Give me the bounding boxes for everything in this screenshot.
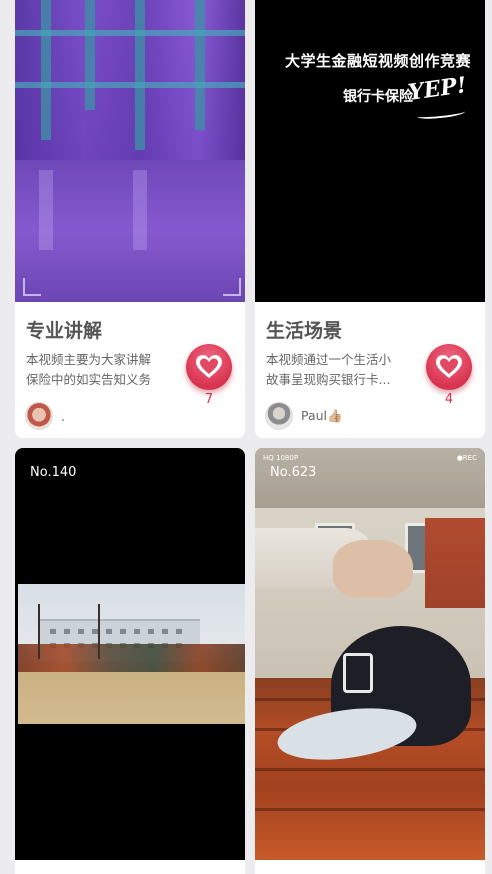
overlay-subtitle: 银行卡保险: [343, 89, 413, 105]
like-button[interactable]: 4: [425, 344, 473, 407]
card-info: 专业讲解 本视频主要为大家讲解 保险中的如实告知义务 . 7: [15, 302, 245, 438]
yep-logo: YEP!: [406, 72, 469, 106]
video-card-4[interactable]: HQ 1080P ●REC No.623: [255, 448, 485, 874]
author[interactable]: Paul👍🏼: [265, 402, 343, 430]
avatar[interactable]: [265, 402, 293, 430]
video-thumbnail[interactable]: [15, 0, 245, 302]
campus-photo: [18, 584, 245, 724]
video-card-1[interactable]: 专业讲解 本视频主要为大家讲解 保险中的如实告知义务 . 7: [15, 0, 245, 438]
video-thumbnail[interactable]: No.140: [15, 448, 245, 860]
thumbnail-image: [15, 0, 245, 302]
avatar[interactable]: [25, 402, 53, 430]
video-thumbnail[interactable]: HQ 1080P ●REC No.623: [255, 448, 485, 860]
heart-icon[interactable]: [186, 344, 232, 390]
like-count: 4: [444, 392, 454, 407]
video-card-3[interactable]: No.140: [15, 448, 245, 874]
thumbnail-image: HQ 1080P ●REC No.623: [255, 448, 485, 860]
logo-swoosh: [416, 107, 466, 121]
like-count: 7: [204, 392, 214, 407]
camera-overlay: HQ 1080P ●REC: [263, 454, 477, 462]
author-name: Paul👍🏼: [301, 408, 343, 423]
video-number: No.140: [30, 465, 77, 480]
overlay-title: 大学生金融短视频创作竞赛: [284, 52, 471, 70]
thumbnail-image: 大学生金融短视频创作竞赛 银行卡保险 YEP!: [255, 0, 485, 302]
card-info: 生活场景 本视频通过一个生活小 故事呈现购买银行卡... Paul👍🏼 4: [255, 302, 485, 438]
like-button[interactable]: 7: [185, 344, 233, 407]
card-title: 生活场景: [266, 320, 343, 342]
video-number: No.623: [270, 465, 317, 480]
video-card-2[interactable]: 大学生金融短视频创作竞赛 银行卡保险 YEP! 生活场景 本视频通过一个生活小 …: [255, 0, 485, 438]
author[interactable]: .: [25, 402, 65, 430]
author-name: .: [61, 408, 65, 424]
thumbnail-image: No.140: [15, 448, 245, 860]
heart-icon[interactable]: [426, 344, 472, 390]
card-description: 本视频主要为大家讲解 保险中的如实告知义务: [26, 352, 152, 387]
video-thumbnail[interactable]: 大学生金融短视频创作竞赛 银行卡保险 YEP!: [255, 0, 485, 302]
card-title: 专业讲解: [26, 320, 103, 342]
card-description: 本视频通过一个生活小 故事呈现购买银行卡...: [266, 352, 392, 387]
